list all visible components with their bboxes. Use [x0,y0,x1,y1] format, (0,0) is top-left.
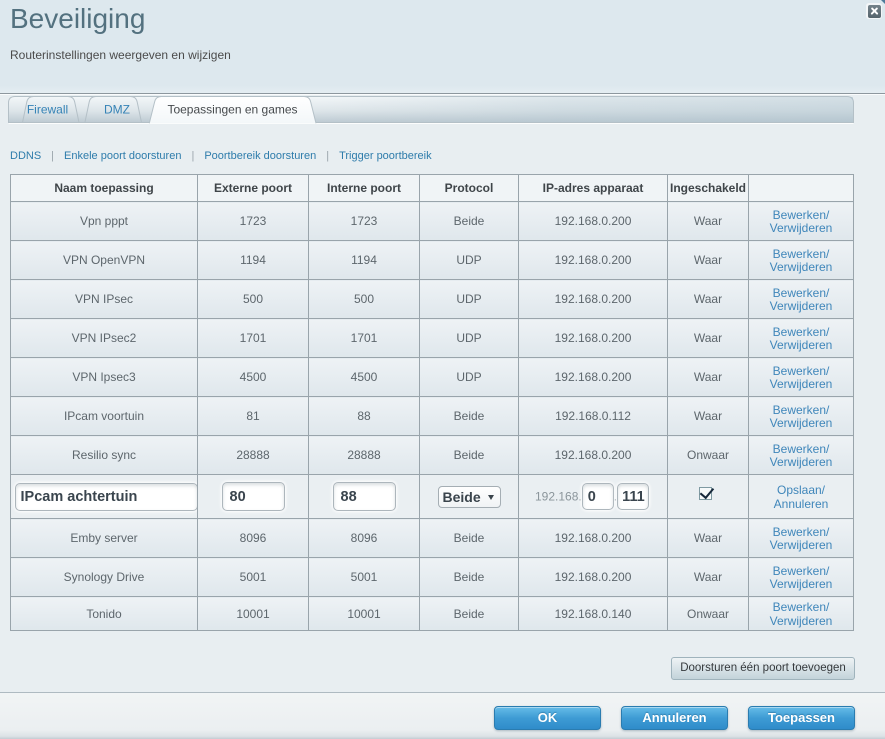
svg-text:Toepassingen en games: Toepassingen en games [167,103,297,117]
svg-text:DMZ: DMZ [104,103,130,117]
svg-text:Firewall: Firewall [27,103,68,117]
